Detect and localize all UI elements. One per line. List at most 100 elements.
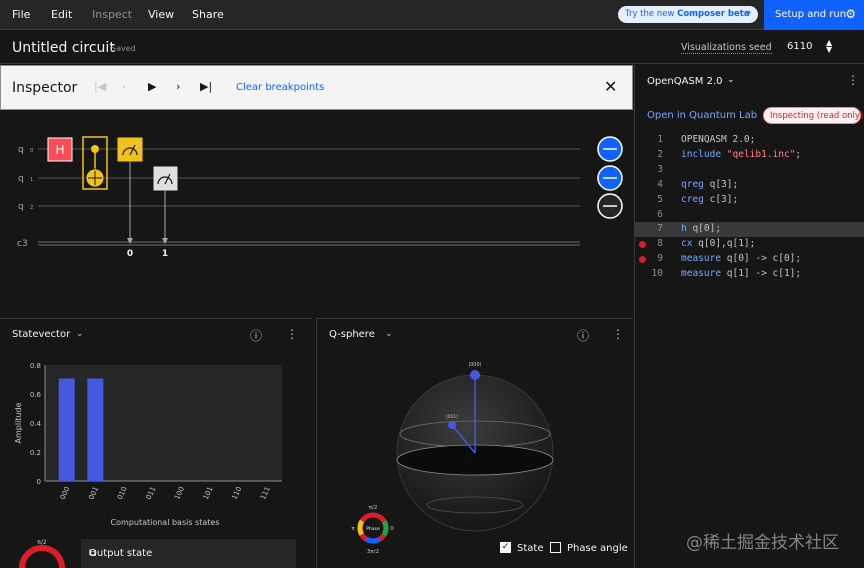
statevector-phase-wheel: π/2 (19, 539, 65, 568)
menu-inspect[interactable]: Inspect (92, 8, 132, 21)
step-forward-button[interactable]: › (176, 80, 180, 93)
setup-and-run-label: Setup and run (775, 9, 847, 20)
step-first-button[interactable]: |◀ (94, 80, 106, 93)
line-number: 6 (657, 209, 663, 220)
statevector-phase-label: π/2 (37, 539, 47, 546)
phase-angle-checkbox[interactable] (550, 542, 561, 553)
x-tick-label: 011 (145, 485, 158, 501)
code-line[interactable]: 9 measure q[0] -> c[0]; (635, 252, 864, 267)
overflow-menu-icon[interactable]: ⋮ (612, 327, 624, 341)
line-text: creg c[3]; (681, 194, 739, 205)
code-line[interactable]: 4 qreg q[3]; (635, 178, 864, 193)
circuit-canvas: q 0 q 1 q 2 c3 H 0 1 (0, 110, 633, 318)
chevron-down-icon[interactable]: ⌄ (76, 329, 84, 339)
play-button[interactable]: ▶ (148, 80, 156, 93)
code-line-highlighted[interactable]: 7 h q[0]; (635, 222, 864, 237)
menu-edit[interactable]: Edit (51, 8, 72, 21)
top-menu-bar: File Edit Inspect View Share Try the new… (0, 0, 864, 30)
info-icon[interactable]: ⓘ (577, 327, 589, 344)
step-last-button[interactable]: ▶| (200, 80, 212, 93)
close-icon[interactable]: ✕ (604, 77, 617, 96)
state-point-000 (470, 370, 480, 380)
y-tick-label: 0.8 (30, 362, 41, 370)
code-line[interactable]: 2 include "qelib1.inc"; (635, 148, 864, 163)
open-in-quantum-lab-link[interactable]: Open in Quantum Lab (647, 110, 757, 121)
measure-target-1: 1 (162, 249, 168, 259)
chevron-down-icon[interactable]: ⌄ (385, 329, 393, 339)
setup-and-run-button[interactable]: Setup and run ⚙ (764, 0, 864, 30)
qsphere-title[interactable]: Q-sphere (329, 329, 375, 340)
phase-wheel-right: 0 (390, 526, 394, 532)
measure-gate-q0[interactable] (117, 137, 143, 244)
qubit-result-1[interactable] (597, 165, 623, 191)
state-checkbox[interactable]: ✓ (500, 542, 511, 553)
code-line[interactable]: 10 measure q[1] -> c[1]; (635, 267, 864, 282)
line-number: 1 (657, 134, 663, 145)
menu-file[interactable]: File (12, 8, 30, 21)
breakpoint-dot[interactable] (639, 256, 646, 263)
output-state-panel[interactable]: Output state ⧉ (81, 539, 296, 568)
line-number: 4 (657, 179, 663, 190)
qubit-result-0[interactable] (597, 136, 623, 162)
menu-share[interactable]: Share (192, 8, 224, 21)
line-text: measure q[1] -> c[1]; (681, 268, 802, 279)
line-number: 9 (657, 253, 663, 264)
overflow-menu-icon[interactable]: ⋮ (286, 327, 298, 341)
qubit-label-2: q (18, 202, 24, 212)
menu-view[interactable]: View (148, 8, 174, 21)
code-line[interactable]: 1 OPENQASM 2.0; (635, 133, 864, 148)
y-tick-label: 0.6 (30, 391, 42, 399)
phase-wheel-bottom: 3π/2 (367, 549, 379, 555)
classical-register-label: c3 (17, 239, 28, 249)
cx-gate[interactable] (82, 136, 108, 190)
line-text: measure q[0] -> c[0]; (681, 253, 802, 264)
statevector-chart: Amplitude Computational basis states 0.8… (14, 362, 282, 527)
h-gate[interactable]: H (47, 137, 73, 162)
code-line[interactable]: 6 (635, 208, 864, 223)
try-composer-beta-link[interactable]: Try the new Composer beta → (618, 6, 758, 23)
y-tick-label: 0 (37, 478, 41, 486)
visualizations-seed-label: Visualizations seed (681, 42, 772, 54)
x-tick-label: 010 (116, 485, 129, 501)
circuit-name[interactable]: Untitled circuit (12, 40, 115, 56)
line-number: 8 (657, 238, 663, 249)
language-selector[interactable]: OpenQASM 2.0 (647, 76, 722, 87)
seed-value[interactable]: 6110 (787, 41, 812, 52)
arrow-right-icon: → (743, 8, 751, 18)
chart-plot-area (45, 365, 282, 481)
x-tick-label: 110 (230, 485, 243, 501)
x-axis-label: Computational basis states (111, 518, 220, 527)
phase-wheel-center: Phase (366, 526, 380, 532)
seed-stepper[interactable]: ▲ ▼ (826, 39, 832, 54)
line-text: qreg q[3]; (681, 179, 739, 190)
code-line[interactable]: 3 (635, 163, 864, 178)
qubit-label-0: q (18, 145, 24, 155)
copy-icon[interactable]: ⧉ (89, 548, 288, 559)
bar-001[interactable] (87, 378, 104, 481)
y-tick-label: 0.2 (30, 449, 41, 457)
qsphere-visual: |000⟩ |011⟩ (396, 362, 554, 532)
breakpoint-dot[interactable] (639, 241, 646, 248)
clear-breakpoints-link[interactable]: Clear breakpoints (236, 82, 324, 93)
chevron-down-icon[interactable]: ⌄ (727, 75, 735, 85)
inspector-title: Inspector (12, 80, 78, 96)
watermark: @稀土掘金技术社区 (686, 533, 839, 553)
bar-000[interactable] (58, 378, 75, 481)
code-line[interactable]: 5 creg c[3]; (635, 193, 864, 208)
code-editor-panel: OpenQASM 2.0 ⌄ ⋮ Open in Quantum Lab Ins… (634, 65, 864, 568)
x-tick-label: 000 (59, 485, 72, 501)
gear-icon: ⚙ (845, 7, 856, 21)
step-back-button[interactable]: ‹ (122, 80, 126, 93)
code-line[interactable]: 8 cx q[0],q[1]; (635, 237, 864, 252)
qubit-result-2[interactable] (597, 193, 623, 219)
state-point-011 (448, 421, 456, 429)
line-number: 10 (651, 268, 663, 279)
statevector-title[interactable]: Statevector (12, 329, 70, 340)
promo-prefix: Try the new (625, 9, 678, 19)
overflow-menu-icon[interactable]: ⋮ (847, 73, 859, 87)
line-number: 5 (657, 194, 663, 205)
phase-angle-checkbox-label: Phase angle (567, 543, 628, 554)
x-tick-label: 101 (202, 485, 215, 501)
x-tick-label: 001 (87, 485, 100, 501)
line-number: 3 (657, 164, 663, 175)
